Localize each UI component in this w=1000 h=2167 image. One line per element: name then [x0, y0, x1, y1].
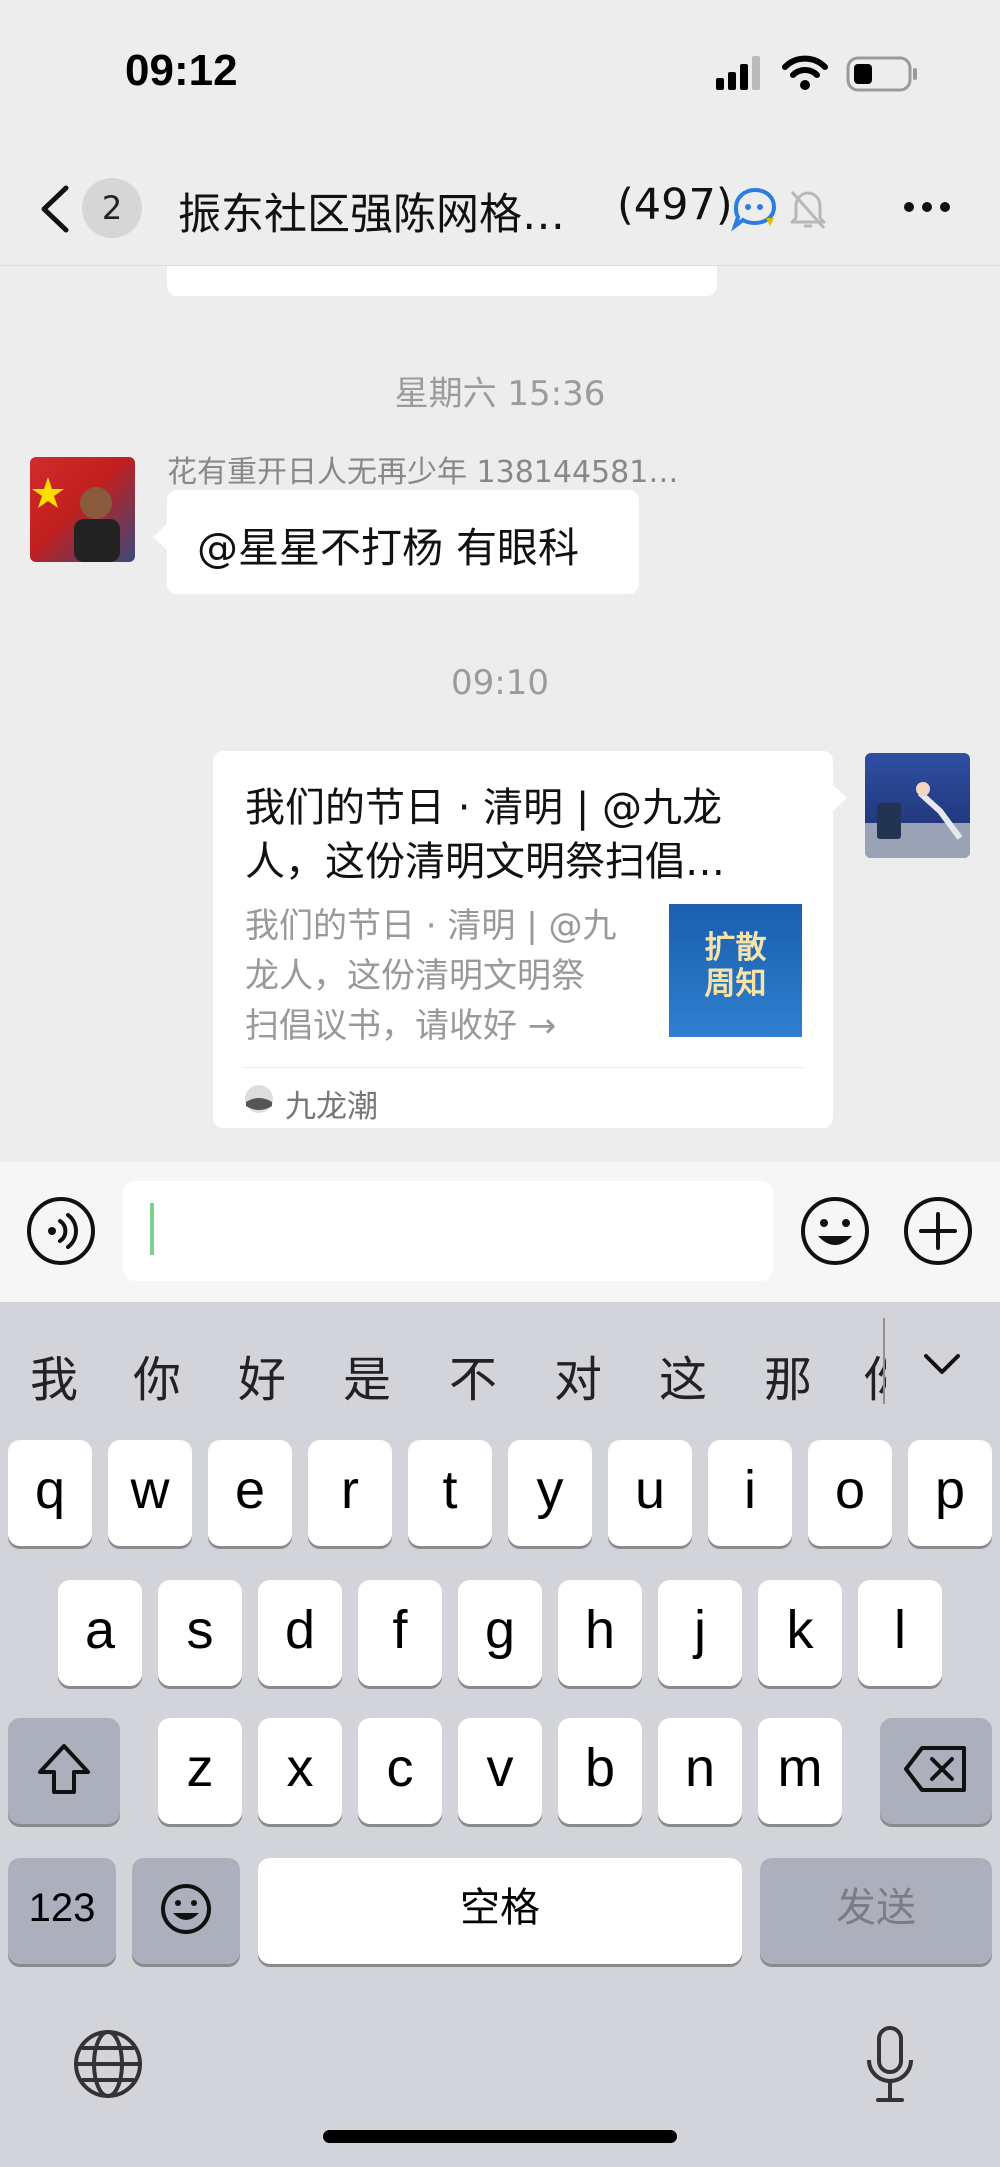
mute-bell-icon: [790, 191, 826, 229]
back-arrow-icon[interactable]: [38, 184, 72, 234]
key-m[interactable]: m: [758, 1718, 842, 1824]
voice-input-icon[interactable]: [26, 1196, 96, 1266]
chat-channel-icon[interactable]: [730, 186, 780, 232]
space-key[interactable]: 空格: [258, 1858, 742, 1964]
link-card[interactable]: 我们的节日 · 清明 | @九龙 人，这份清明文明祭扫倡… 我们的节日 · 清明…: [213, 751, 833, 1128]
link-card-source: 九龙潮: [285, 1089, 378, 1125]
candidate-word[interactable]: 那: [764, 1340, 812, 1410]
key-k[interactable]: k: [758, 1580, 842, 1686]
my-avatar[interactable]: [865, 753, 970, 858]
key-w[interactable]: w: [108, 1440, 192, 1546]
key-b[interactable]: b: [558, 1718, 642, 1824]
link-card-thumbnail: 扩散 周知: [669, 904, 802, 1037]
candidate-word[interactable]: 对: [554, 1340, 602, 1410]
emoji-key-icon: [161, 1884, 211, 1934]
key-f[interactable]: f: [358, 1580, 442, 1686]
thumbnail-text: 扩散: [704, 930, 767, 966]
sender-name: 花有重开日人无再少年 138144581…: [167, 455, 679, 490]
key-j[interactable]: j: [658, 1580, 742, 1686]
avatar-image: [865, 782, 970, 858]
timestamp: 星期六 15:36: [394, 374, 606, 414]
link-card-desc-line: 龙人，这份清明文明祭: [245, 956, 585, 996]
more-options-icon[interactable]: [902, 198, 952, 216]
link-card-description: 我们的节日 · 清明 | @九 龙人，这份清明文明祭 扫倡议书，请收好 →: [245, 901, 617, 1051]
candidate-word[interactable]: 你: [133, 1340, 181, 1410]
backspace-key[interactable]: [880, 1718, 992, 1824]
key-l[interactable]: l: [858, 1580, 942, 1686]
key-y[interactable]: y: [508, 1440, 592, 1546]
key-g[interactable]: g: [458, 1580, 542, 1686]
key-h[interactable]: h: [558, 1580, 642, 1686]
battery-icon: [846, 56, 917, 92]
candidate-word[interactable]: 我: [30, 1340, 78, 1410]
message-input[interactable]: [123, 1181, 773, 1281]
key-r[interactable]: r: [308, 1440, 392, 1546]
candidate-word[interactable]: 好: [238, 1340, 286, 1410]
key-p[interactable]: p: [908, 1440, 992, 1546]
key-u[interactable]: u: [608, 1440, 692, 1546]
shift-icon: [38, 1744, 90, 1794]
candidate-word[interactable]: 这: [659, 1340, 707, 1410]
key-d[interactable]: d: [258, 1580, 342, 1686]
thumbnail-text: 周知: [704, 966, 767, 1002]
send-key[interactable]: 发送: [760, 1858, 992, 1964]
key-o[interactable]: o: [808, 1440, 892, 1546]
emoji-key[interactable]: [132, 1858, 240, 1964]
chat-title[interactable]: 振东社区强陈网格…: [178, 180, 565, 242]
candidate-divider: [883, 1318, 885, 1404]
message-list[interactable]: 星期六 15:36 花有重开日人无再少年 138144581… @星星不打杨 有…: [0, 266, 1000, 1162]
numbers-key[interactable]: 123: [8, 1858, 116, 1964]
key-v[interactable]: v: [458, 1718, 542, 1824]
key-e[interactable]: e: [208, 1440, 292, 1546]
status-time: 09:12: [125, 46, 238, 95]
message-text: @星星不打杨 有眼科: [197, 524, 580, 572]
emoji-icon[interactable]: [800, 1196, 870, 1266]
home-indicator[interactable]: [323, 2130, 677, 2143]
flag-star-icon: [32, 477, 120, 562]
wifi-icon: [782, 55, 828, 90]
key-i[interactable]: i: [708, 1440, 792, 1546]
backspace-icon: [904, 1746, 966, 1792]
add-attachment-icon[interactable]: [903, 1196, 973, 1266]
key-x[interactable]: x: [258, 1718, 342, 1824]
key-n[interactable]: n: [658, 1718, 742, 1824]
message-bubble[interactable]: @星星不打杨 有眼科: [167, 490, 639, 594]
microphone-icon[interactable]: [864, 2024, 916, 2106]
unread-count-badge[interactable]: 2: [82, 178, 142, 238]
text-cursor: [150, 1203, 154, 1255]
globe-icon[interactable]: [72, 2028, 144, 2100]
key-q[interactable]: q: [8, 1440, 92, 1546]
previous-message-bubble[interactable]: [167, 266, 717, 296]
key-a[interactable]: a: [58, 1580, 142, 1686]
link-card-divider: [243, 1067, 803, 1068]
chevron-down-icon[interactable]: [922, 1352, 962, 1378]
key-c[interactable]: c: [358, 1718, 442, 1824]
link-card-desc-line: 扫倡议书，请收好 →: [245, 1006, 557, 1046]
candidate-word[interactable]: 是: [343, 1340, 391, 1410]
link-card-title-line: 人，这份清明文明祭扫倡…: [245, 839, 725, 885]
source-logo-icon: [245, 1085, 273, 1113]
key-t[interactable]: t: [408, 1440, 492, 1546]
bubble-tail: [831, 783, 847, 813]
member-count: (497): [617, 180, 733, 230]
link-card-desc-line: 我们的节日 · 清明 | @九: [245, 906, 617, 946]
shift-key[interactable]: [8, 1718, 120, 1824]
timestamp: 09:10: [451, 663, 549, 703]
link-card-title: 我们的节日 · 清明 | @九龙 人，这份清明文明祭扫倡…: [245, 781, 725, 889]
link-card-title-line: 我们的节日 · 清明 | @九龙: [245, 785, 723, 831]
cellular-signal-icon: [716, 56, 760, 90]
sender-avatar[interactable]: [30, 457, 135, 562]
bubble-tail: [153, 522, 169, 552]
candidate-word[interactable]: 不: [449, 1340, 497, 1410]
key-z[interactable]: z: [158, 1718, 242, 1824]
key-s[interactable]: s: [158, 1580, 242, 1686]
